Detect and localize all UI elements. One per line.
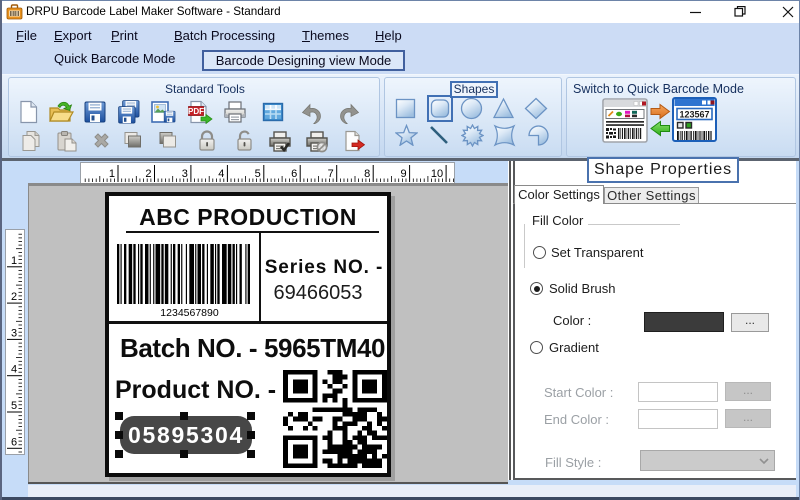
svg-text:9: 9	[400, 168, 406, 180]
svg-text:3: 3	[11, 327, 17, 339]
svg-text:PDF: PDF	[188, 107, 204, 116]
svg-text:3: 3	[182, 168, 188, 180]
svg-text:7: 7	[328, 168, 334, 180]
svg-text:6: 6	[291, 168, 297, 180]
svg-text:1: 1	[11, 255, 17, 267]
svg-text:5: 5	[11, 400, 17, 412]
svg-text:10: 10	[431, 168, 443, 180]
svg-text:2: 2	[145, 168, 151, 180]
svg-text:8: 8	[364, 168, 370, 180]
svg-text:2: 2	[11, 291, 17, 303]
svg-text:5: 5	[255, 168, 261, 180]
svg-text:6: 6	[11, 436, 17, 448]
svg-text:123567: 123567	[679, 110, 709, 120]
svg-text:1: 1	[109, 168, 115, 180]
svg-text:4: 4	[218, 168, 224, 180]
svg-text:4: 4	[11, 364, 17, 376]
